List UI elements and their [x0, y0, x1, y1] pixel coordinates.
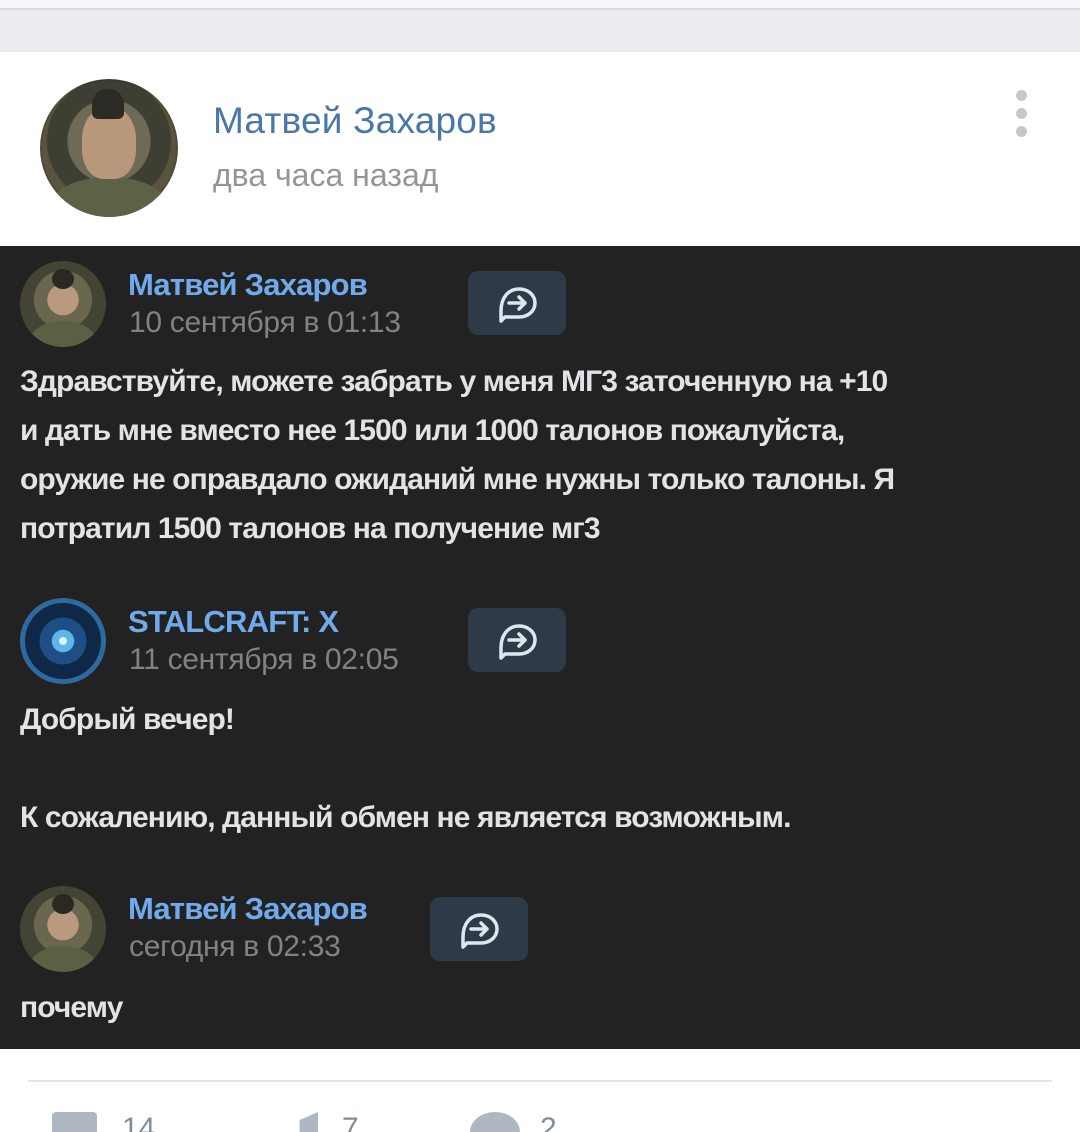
message-text: Здравствуйте, можете забрать у меня МГ3 …	[20, 365, 895, 545]
post-footer-divider	[28, 1080, 1052, 1082]
message-date: сегодня в 02:33	[129, 930, 341, 963]
repost-count: 7	[342, 1112, 359, 1132]
message-avatar	[20, 886, 106, 972]
share-icon	[272, 1112, 318, 1132]
message-date: 10 сентября в 01:13	[129, 306, 401, 339]
more-dot	[1016, 90, 1027, 101]
comment-count: 14	[122, 1112, 156, 1132]
feed-top-gap	[0, 0, 1080, 52]
message-text: Добрый вечер! К сожалению, данный обмен …	[20, 703, 791, 834]
more-dot	[1016, 108, 1027, 119]
message-author: Матвей Захаров	[128, 267, 368, 302]
comment-icon	[52, 1112, 97, 1132]
comment-button[interactable]: 14	[52, 1108, 182, 1132]
reply-button	[430, 897, 528, 961]
post-author-name[interactable]: Матвей Захаров	[213, 100, 497, 142]
post-header: Матвей Захаров два часа назад	[0, 52, 1080, 246]
message-avatar	[20, 261, 106, 347]
reply-arrow-icon	[461, 913, 499, 949]
message-avatar	[20, 598, 106, 684]
reply-button	[468, 608, 566, 672]
message-date: 11 сентября в 02:05	[129, 643, 399, 676]
reply-arrow-icon	[499, 624, 537, 660]
avatar-body	[50, 177, 168, 217]
share-button[interactable]: 7	[272, 1108, 382, 1132]
reply-arrow-icon	[499, 287, 537, 323]
more-dot	[1016, 126, 1027, 137]
author-avatar[interactable]	[40, 79, 178, 217]
avatar-hair	[92, 89, 124, 119]
like-count: 2	[540, 1112, 557, 1132]
reply-button	[468, 271, 566, 335]
heart-icon	[470, 1112, 520, 1132]
post-timestamp[interactable]: два часа назад	[213, 157, 438, 194]
like-button[interactable]: 2	[470, 1108, 580, 1132]
message-text: почему	[20, 991, 123, 1024]
more-vertical-icon[interactable]	[1010, 90, 1034, 138]
message-author: Матвей Захаров	[128, 891, 368, 926]
message-author: STALCRAFT: X	[128, 604, 339, 639]
attached-screenshot[interactable]: Матвей Захаров 10 сентября в 01:13 Здрав…	[0, 246, 1080, 1049]
